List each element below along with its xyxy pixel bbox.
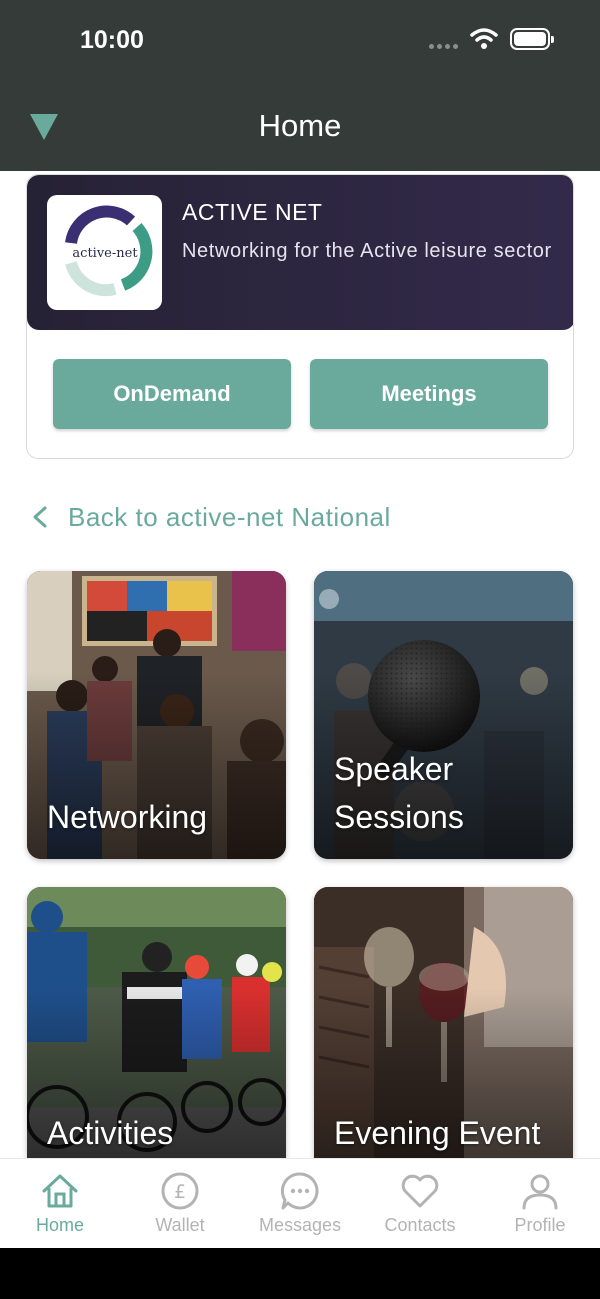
nav-profile-label: Profile	[514, 1215, 566, 1235]
nav-wallet[interactable]: £ Wallet	[120, 1159, 240, 1248]
bottom-navigation: Home £ Wallet Messages Contacts Profile	[0, 1158, 600, 1248]
tile-speaker-sessions[interactable]: Speaker Sessions	[314, 571, 573, 859]
tile-evening-event[interactable]: Evening Event	[314, 887, 573, 1175]
home-indicator-area	[0, 1248, 600, 1299]
status-icons	[429, 28, 554, 50]
meetings-button[interactable]: Meetings	[310, 359, 548, 429]
page-title: Home	[258, 108, 342, 143]
nav-contacts[interactable]: Contacts	[360, 1159, 480, 1248]
tile-activities[interactable]: Activities	[27, 887, 286, 1175]
person-icon	[522, 1174, 558, 1210]
top-bar: 10:00 Home	[0, 0, 600, 171]
organisation-logo: active-net	[47, 195, 162, 310]
back-link-label: Back to active-net National	[68, 501, 391, 532]
organisation-name: ACTIVE NET	[182, 199, 323, 225]
nav-wallet-label: Wallet	[155, 1215, 205, 1235]
nav-messages-label: Messages	[258, 1215, 342, 1235]
pound-icon: £	[161, 1172, 199, 1210]
nav-home-label: Home	[35, 1215, 84, 1235]
tile-label-line1: Speaker	[334, 751, 454, 787]
home-icon	[42, 1174, 78, 1208]
chat-icon	[280, 1172, 319, 1210]
organisation-description: Networking for the Active leisure sector	[182, 240, 552, 262]
tile-label: Evening Event	[334, 1115, 541, 1151]
app-screen: 10:00 Home active-net ACTIVE NET Network…	[0, 0, 600, 1248]
status-time: 10:00	[80, 26, 144, 54]
heart-icon	[401, 1174, 439, 1208]
organisation-banner: active-net ACTIVE NET Networking for the…	[27, 175, 573, 330]
nav-profile[interactable]: Profile	[480, 1159, 600, 1248]
svg-text:active-net: active-net	[72, 246, 138, 261]
nav-home[interactable]: Home	[0, 1159, 120, 1248]
wifi-icon	[470, 28, 498, 49]
signal-icon	[429, 43, 458, 49]
nav-contacts-label: Contacts	[384, 1215, 456, 1235]
tile-networking[interactable]: Networking	[27, 571, 286, 859]
nav-messages[interactable]: Messages	[240, 1159, 360, 1248]
tile-label: Activities	[47, 1115, 174, 1151]
battery-icon	[510, 28, 554, 50]
chevron-left-icon	[33, 506, 47, 528]
back-to-national-link[interactable]: Back to active-net National	[30, 500, 391, 534]
tile-label: Networking	[47, 799, 208, 835]
svg-text:£: £	[174, 1181, 186, 1203]
tile-label-line2: Sessions	[334, 799, 464, 835]
organisation-card: active-net ACTIVE NET Networking for the…	[26, 174, 574, 459]
ondemand-button[interactable]: OnDemand	[53, 359, 291, 429]
